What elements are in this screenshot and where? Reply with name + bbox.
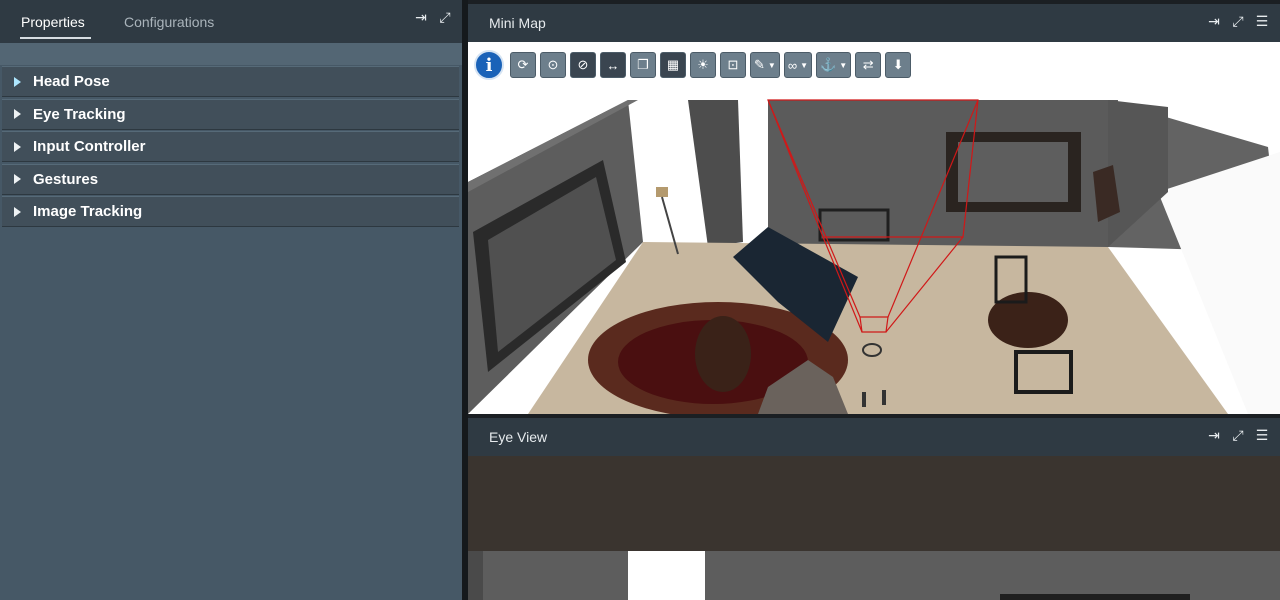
expand-arrow-icon [14, 109, 21, 119]
eye-view-header: Eye View ⇥ ⤢ ☰ [468, 418, 1280, 456]
active-tab-indicator [20, 37, 91, 39]
eye-view-title: Eye View [489, 429, 548, 445]
accordion-label: Eye Tracking [33, 105, 126, 123]
pin-icon[interactable]: ⇥ [1206, 427, 1222, 443]
back-painting [958, 142, 1068, 202]
expand-icon[interactable]: ⤢ [1230, 427, 1246, 443]
picture-frame-top [1000, 594, 1190, 600]
accordion-label: Head Pose [33, 73, 110, 90]
edit-dropdown-icon[interactable]: ✎ ▼ [750, 52, 780, 78]
anchor-dropdown-icon[interactable]: ⚓ ▼ [816, 52, 852, 78]
accordion-eye-tracking[interactable]: Eye Tracking [2, 98, 459, 130]
grid-toggle-icon[interactable]: ▦ [660, 52, 686, 78]
properties-panel: Properties Configurations ⇥ ⤢ Head Pose … [0, 0, 462, 600]
menu-icon[interactable]: ☰ [1254, 13, 1270, 29]
wall-edge [468, 551, 483, 600]
ruler-icon[interactable]: ↔ [600, 52, 626, 78]
mini-map-panel-controls: ⇥ ⤢ ☰ [1206, 13, 1270, 31]
mini-map-panel: Mini Map ⇥ ⤢ ☰ i ⟳ ⊙ ⊘ ↔ ❐ ▦ ☀ ⊡ ✎ ▼ ∞ ▼… [468, 4, 1280, 414]
expand-arrow-icon [14, 174, 21, 184]
mini-map-viewport[interactable]: i ⟳ ⊙ ⊘ ↔ ❐ ▦ ☀ ⊡ ✎ ▼ ∞ ▼ ⚓ ▼ ⇄ ⬇ [468, 42, 1280, 414]
eye-view-viewport[interactable] [468, 456, 1280, 600]
expand-arrow-icon [14, 76, 21, 87]
focus-icon[interactable]: ⊡ [720, 52, 746, 78]
front-wall [468, 551, 1280, 600]
properties-accordion: Head Pose Eye Tracking Input Controller … [2, 66, 459, 229]
accordion-image-tracking[interactable]: Image Tracking [2, 196, 459, 227]
hide-visibility-icon[interactable]: ⊘ [570, 52, 596, 78]
mini-map-header: Mini Map ⇥ ⤢ ☰ [468, 4, 1280, 42]
info-icon[interactable]: i [474, 50, 504, 80]
expand-icon[interactable]: ⤢ [1230, 13, 1246, 29]
accordion-head-pose[interactable]: Head Pose [2, 66, 459, 97]
room-3d-scene [468, 99, 1280, 414]
mini-map-toolbar: i ⟳ ⊙ ⊘ ↔ ❐ ▦ ☀ ⊡ ✎ ▼ ∞ ▼ ⚓ ▼ ⇄ ⬇ [474, 50, 912, 80]
accordion-label: Image Tracking [33, 203, 143, 220]
expand-icon[interactable]: ⤢ [437, 9, 453, 25]
eye-view-panel-controls: ⇥ ⤢ ☰ [1206, 427, 1270, 445]
accordion-label: Gestures [33, 170, 99, 188]
accordion-gestures[interactable]: Gestures [2, 163, 459, 195]
refresh-icon[interactable]: ⇄ [855, 52, 882, 78]
properties-panel-controls: ⇥ ⤢ [413, 9, 453, 27]
pin-icon[interactable]: ⇥ [413, 9, 429, 25]
controller-left [862, 392, 866, 407]
doorway [628, 551, 705, 600]
mini-map-title: Mini Map [489, 15, 546, 31]
properties-subbar [0, 43, 462, 65]
accordion-input-controller[interactable]: Input Controller [2, 131, 459, 162]
expand-arrow-icon [14, 141, 21, 152]
floor-lamp [656, 187, 668, 197]
menu-icon[interactable]: ☰ [1254, 427, 1270, 443]
coffee-table [695, 316, 751, 392]
expand-arrow-icon [14, 206, 21, 217]
eye-view-panel: Eye View ⇥ ⤢ ☰ [468, 418, 1280, 600]
lighting-icon[interactable]: ☀ [690, 52, 716, 78]
tab-properties[interactable]: Properties [21, 14, 85, 30]
camera-rotate-icon[interactable]: ⟳ [510, 52, 536, 78]
properties-panel-header: Properties Configurations ⇥ ⤢ [0, 0, 462, 43]
camera-orbit-icon[interactable]: ⊙ [540, 52, 566, 78]
tab-configurations[interactable]: Configurations [124, 14, 214, 30]
app-window: Properties Configurations ⇥ ⤢ Head Pose … [0, 0, 1280, 600]
eye-view-scene [468, 456, 1280, 600]
left-wall-end [688, 100, 743, 247]
layers-icon[interactable]: ❐ [630, 52, 656, 78]
accordion-label: Input Controller [33, 138, 146, 155]
link-dropdown-icon[interactable]: ∞ ▼ [783, 52, 813, 78]
ceiling [468, 456, 1280, 551]
dining-table [988, 292, 1068, 348]
controller-right [882, 390, 886, 405]
pin-icon[interactable]: ⇥ [1206, 13, 1222, 29]
download-icon[interactable]: ⬇ [885, 52, 912, 78]
